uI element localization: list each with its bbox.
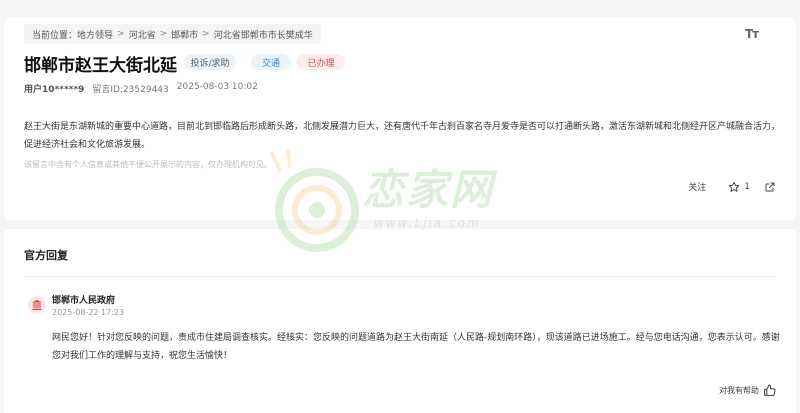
status-badge: 已办理 [297,54,345,70]
font-size-icon[interactable]: Tт [745,27,759,41]
breadcrumb-item-leaders[interactable]: 地方领导 [77,28,113,41]
share-icon[interactable] [764,181,776,193]
star-button[interactable]: 1 [728,181,750,193]
breadcrumb: 当前位置： 地方领导 > 河北省 > 邯郸市 > 河北省邯郸市市长樊成华 [24,24,321,44]
breadcrumb-separator: > [202,29,210,39]
type-badge: 交通 [251,54,291,70]
message-id: 留言ID:23529443 [92,85,169,95]
breadcrumb-item-mayor[interactable]: 河北省邯郸市市长樊成华 [214,28,313,41]
star-count: 1 [744,181,750,192]
breadcrumb-separator: > [117,29,125,39]
reply-content: 网民您好！针对您反映的问题，责成市住建局调查核实。经核实：您反映的问题道路为赵王… [52,333,780,361]
reply-time: 2025-08-22 17:23 [52,308,125,317]
message-card: 当前位置： 地方领导 > 河北省 > 邯郸市 > 河北省邯郸市市长樊成华 Tт … [4,18,796,220]
privacy-notice: 该留言中含有个人信息或其他不便公开展示的内容，仅办理机构可见。 [24,160,272,169]
thumbs-up-icon [764,384,776,396]
official-reply-card: 官方回复 邯郸市人民政府 2025-08-22 17:23 网民您好！针对您反映… [4,229,796,413]
page-title: 邯郸市赵王大街北延 [24,56,177,76]
author-name: 用户10*****9 [24,85,85,95]
divider [24,276,776,277]
government-icon [28,296,46,314]
follow-button[interactable]: 关注 [688,180,706,193]
helpful-label: 对我有帮助 [719,386,759,395]
post-meta: 用户10*****9 留言ID:23529443 2025-08-03 10:0… [24,82,258,95]
breadcrumb-prefix: 当前位置： [32,30,78,41]
breadcrumb-separator: > [159,29,168,39]
breadcrumb-item-city[interactable]: 邯郸市 [171,28,198,41]
section-title: 官方回复 [24,249,68,262]
reply-org-name: 邯郸市人民政府 [52,296,116,306]
post-date: 2025-08-03 10:02 [176,82,258,92]
breadcrumb-item-province[interactable]: 河北省 [129,28,156,41]
helpful-button[interactable]: 对我有帮助 [719,384,776,397]
star-icon [728,181,740,192]
message-content: 赵王大街是东湖新城的重要中心道路，目前北到邯临路后形成断头路，北侧发展潜力巨大，… [24,122,781,150]
post-actions: 关注 1 [688,180,776,193]
category-badge: 投诉/求助 [184,54,236,70]
